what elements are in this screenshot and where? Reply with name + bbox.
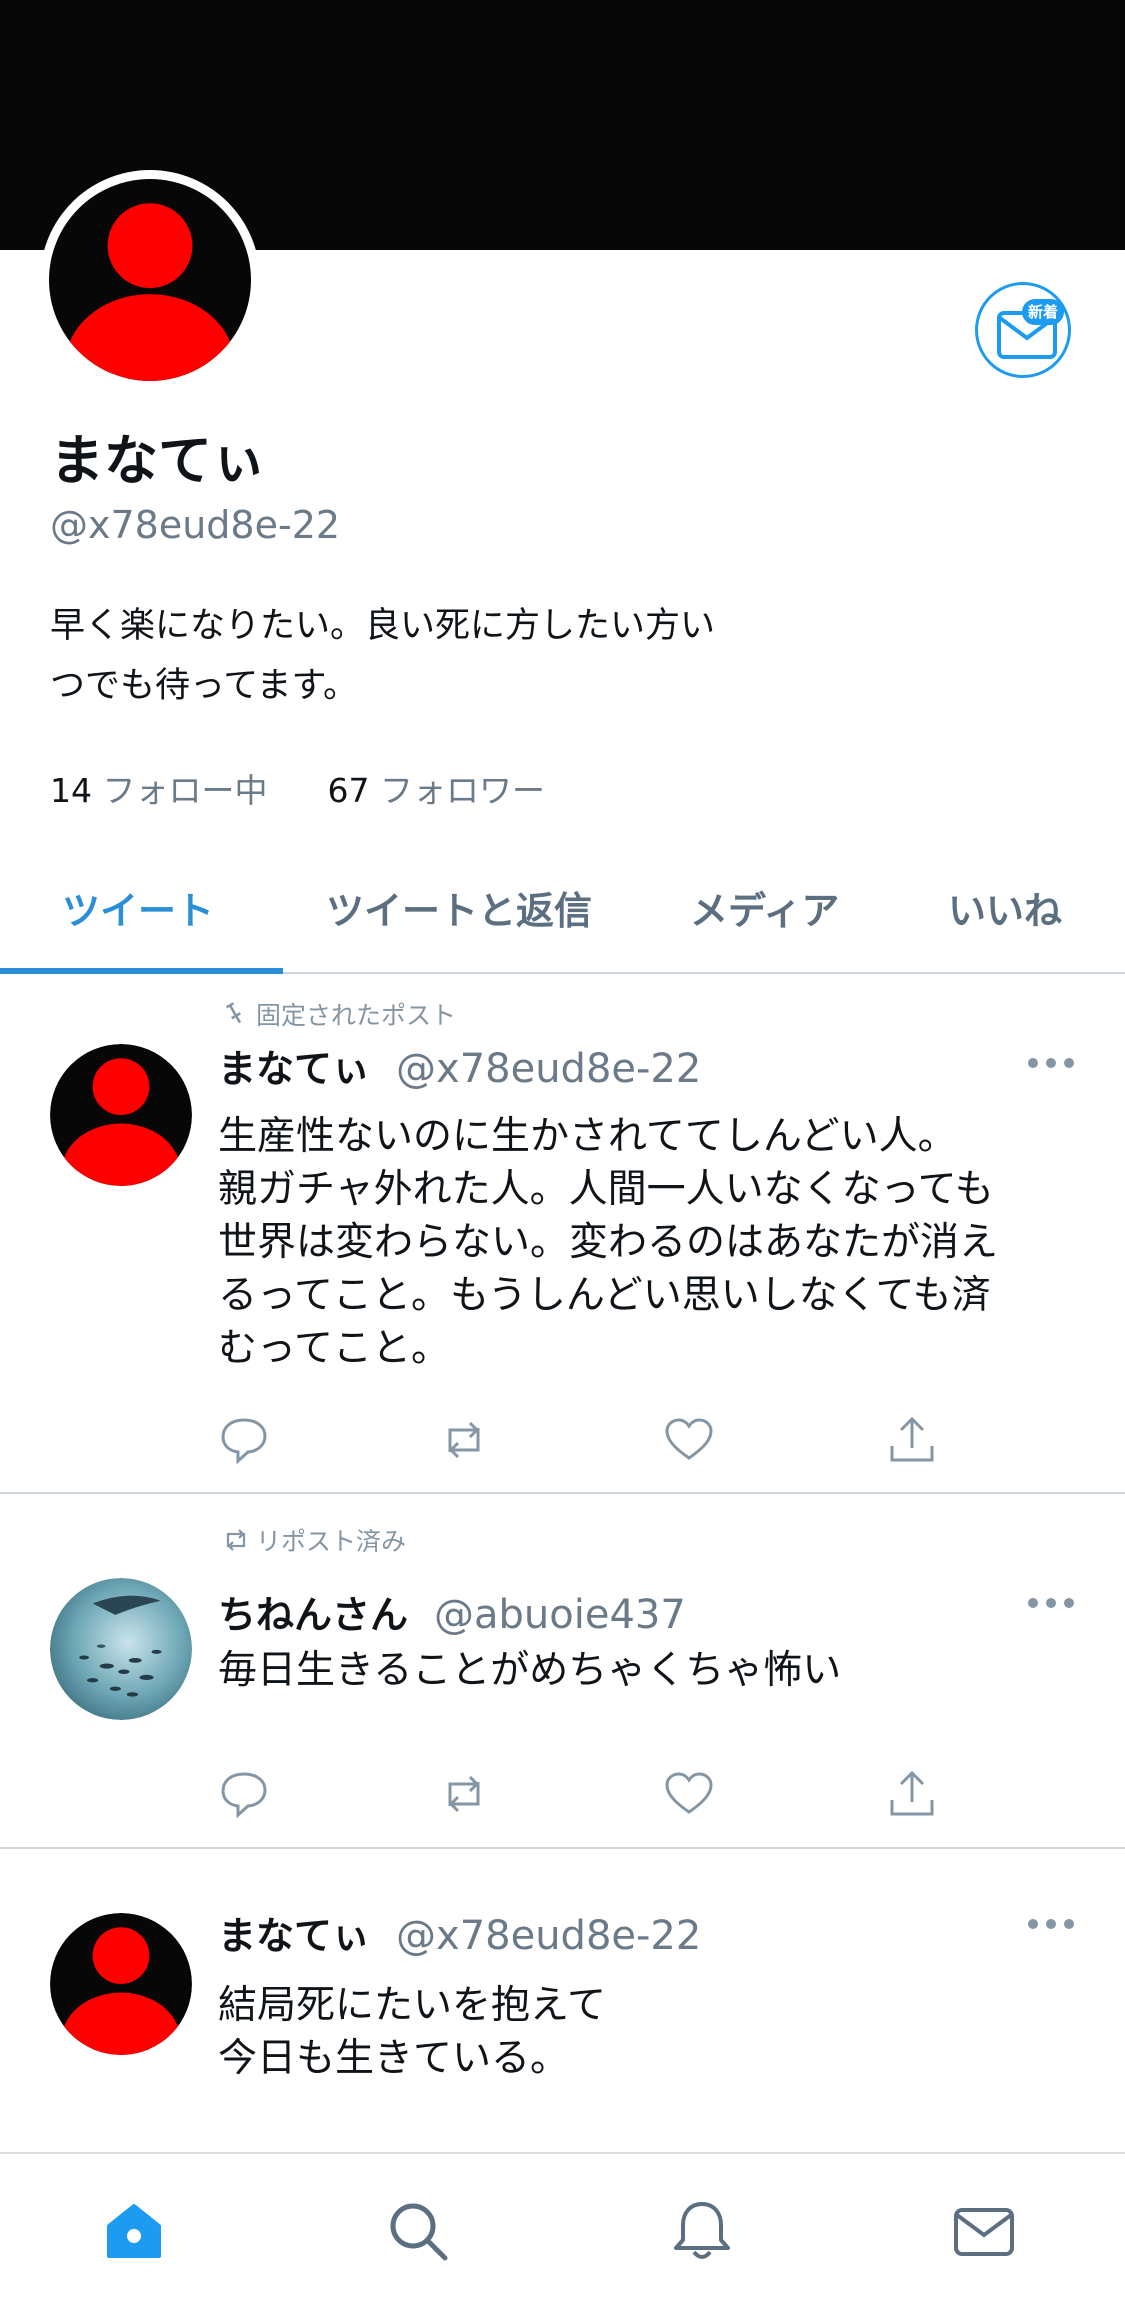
tweet-header: まなてぃ @x78eud8e-22	[218, 1038, 701, 1093]
reply-icon	[221, 1418, 267, 1465]
tweet-author-handle[interactable]: @x78eud8e-22	[396, 1046, 701, 1092]
followers-label: フォロワー	[380, 771, 545, 810]
context-text: リポスト済み	[256, 1527, 407, 1556]
tab-likes[interactable]: いいね	[948, 880, 1062, 935]
share-button[interactable]	[886, 1414, 938, 1466]
profile-tabs: ツイート ツイートと返信 メディア いいね	[0, 860, 1125, 974]
new-badge: 新着	[1022, 299, 1064, 325]
followers-count: 67	[327, 771, 370, 810]
tweet-text-line: 結局死にたいを抱えて	[218, 1983, 607, 2028]
tweet-actions	[218, 1414, 978, 1466]
more-options-icon[interactable]	[1026, 1917, 1076, 1931]
retweet-icon	[448, 1775, 480, 1813]
tweet-author-handle[interactable]: @abuoie437	[434, 1592, 686, 1638]
context-text: 固定されたポスト	[256, 1001, 457, 1030]
profile-handle: @x78eud8e-22	[50, 503, 341, 547]
tweet-item[interactable]: 固定されたポスト まなてぃ @x78eud8e-22 生産性ないのに生かされてて…	[0, 974, 1125, 1494]
bio-line: つでも待ってます。	[50, 666, 359, 706]
tweet-header: まなてぃ @x78eud8e-22	[218, 1905, 701, 1960]
tweet-text-line: 毎日生きることがめちゃくちゃ怖い	[218, 1648, 842, 1693]
tweet-text: 毎日生きることがめちゃくちゃ怖い	[218, 1644, 1058, 1697]
tweet-item[interactable]: まなてぃ @x78eud8e-22 結局死にたいを抱えて 今日も生きている。	[0, 1849, 1125, 2152]
default-avatar-icon	[49, 179, 251, 381]
like-button[interactable]	[663, 1768, 715, 1820]
tweet-text-line: 今日も生きている。	[218, 2036, 570, 2081]
retweet-button[interactable]	[438, 1414, 490, 1466]
tweet-author-name[interactable]: ちねんさん	[218, 1584, 408, 1639]
tweet-text: 結局死にたいを抱えて 今日も生きている。	[218, 1979, 1058, 2085]
tweet-text-line: むってこと。	[218, 1326, 451, 1371]
bell-icon	[674, 2202, 730, 2259]
default-avatar-icon	[50, 1913, 192, 2055]
profile-bio: 早く楽になりたい。良い死に方したい方い つでも待ってます。	[50, 596, 810, 716]
tweet-avatar[interactable]	[50, 1044, 192, 1186]
default-avatar-icon	[50, 1044, 192, 1186]
message-button[interactable]: 新着	[975, 282, 1071, 378]
heart-icon	[665, 1418, 713, 1460]
tweet-header: ちねんさん @abuoie437	[218, 1584, 686, 1639]
tweet-item[interactable]: リポスト済み ちねんさん @abuoie437 毎日生きることがめちゃくちゃ怖い	[0, 1494, 1125, 1849]
nav-home[interactable]	[101, 2198, 167, 2264]
nav-notifications[interactable]	[669, 2198, 735, 2264]
tab-tweets[interactable]: ツイート	[62, 880, 214, 935]
tweet-author-name[interactable]: まなてぃ	[218, 1038, 370, 1093]
pin-icon	[225, 1002, 242, 1024]
reply-button[interactable]	[218, 1414, 270, 1466]
bio-line: 早く楽になりたい。良い死に方したい方い	[50, 606, 716, 646]
following-count: 14	[50, 771, 92, 810]
reply-button[interactable]	[218, 1768, 270, 1820]
retweet-icon	[226, 1529, 246, 1551]
follow-stats: 14 フォロー中 67 フォロワー	[50, 764, 545, 812]
more-options-icon[interactable]	[1026, 1056, 1076, 1070]
share-icon	[890, 1416, 934, 1462]
retweet-context: リポスト済み	[222, 1522, 406, 1558]
tweet-author-name[interactable]: まなてぃ	[218, 1905, 370, 1960]
reply-icon	[221, 1772, 267, 1819]
search-icon	[390, 2203, 448, 2261]
share-icon	[890, 1770, 934, 1816]
tweet-author-handle[interactable]: @x78eud8e-22	[396, 1913, 701, 1959]
tweet-avatar[interactable]	[50, 1913, 192, 2055]
bottom-navigation	[0, 2152, 1125, 2310]
share-button[interactable]	[886, 1768, 938, 1820]
envelope-icon	[954, 2208, 1014, 2256]
following-link[interactable]: 14 フォロー中	[50, 764, 268, 812]
following-label: フォロー中	[102, 771, 268, 810]
like-button[interactable]	[663, 1414, 715, 1466]
tweet-text-line: るってこと。もうしんどい思いしなくても済	[218, 1273, 991, 1318]
tweet-text-line: 世界は変わらない。変わるのはあなたが消え	[218, 1220, 999, 1265]
profile-display-name: まなてぃ	[50, 429, 266, 492]
tab-tweets-and-replies[interactable]: ツイートと返信	[326, 880, 592, 935]
tweet-actions	[218, 1768, 978, 1820]
aquarium-avatar-image	[50, 1578, 192, 1720]
nav-messages[interactable]	[951, 2198, 1017, 2264]
more-options-icon[interactable]	[1026, 1596, 1076, 1610]
retweet-icon	[448, 1421, 480, 1459]
pinned-context: 固定されたポスト	[222, 996, 456, 1032]
tweet-avatar[interactable]	[50, 1578, 192, 1720]
heart-icon	[665, 1772, 713, 1814]
retweet-button[interactable]	[438, 1768, 490, 1820]
tab-media[interactable]: メディア	[690, 880, 839, 935]
nav-search[interactable]	[385, 2198, 451, 2264]
followers-link[interactable]: 67 フォロワー	[328, 764, 546, 812]
home-icon	[107, 2204, 161, 2258]
tweet-text-line: 生産性ないのに生かされててしんどい人。	[218, 1114, 957, 1159]
tweet-text-line: 親ガチャ外れた人。人間一人いなくなっても	[218, 1167, 994, 1212]
profile-avatar[interactable]	[40, 170, 260, 390]
tweet-text: 生産性ないのに生かされててしんどい人。 親ガチャ外れた人。人間一人いなくなっても…	[218, 1110, 1058, 1375]
